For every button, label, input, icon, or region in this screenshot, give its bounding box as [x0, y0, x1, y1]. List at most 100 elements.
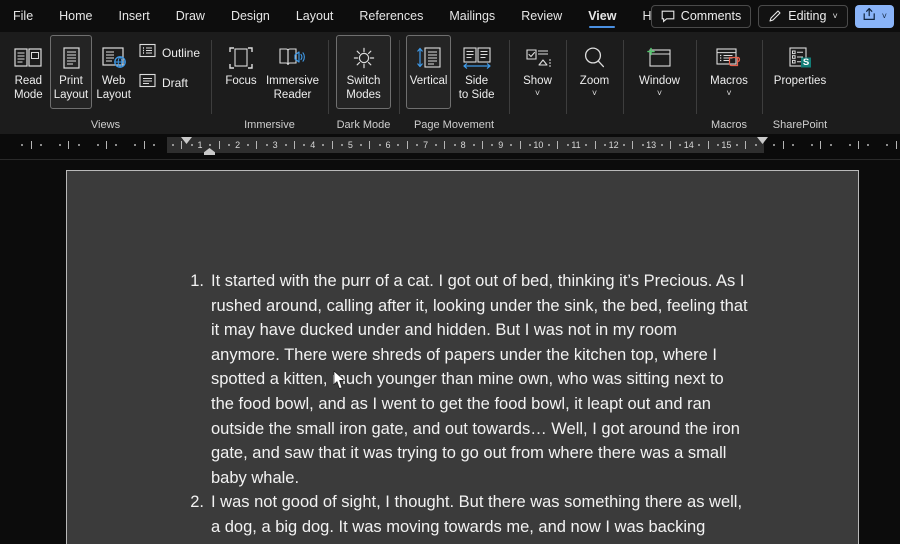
- document-canvas[interactable]: 1. It started with the purr of a cat. I …: [0, 160, 900, 544]
- tab-home-label: Home: [59, 9, 93, 23]
- ruler-tick-label: 2: [235, 140, 241, 150]
- ribbon: Read Mode Print Layout Web Layout Outlin…: [0, 32, 900, 134]
- ruler-quarter-tick: [59, 144, 61, 146]
- ruler-quarter-tick: [773, 144, 776, 146]
- group-label-views: Views: [90, 119, 121, 131]
- tab-review[interactable]: Review: [508, 0, 575, 32]
- ribbon-group-zoom: Zoom ˅: [566, 32, 623, 134]
- word-window: File Home Insert Draw Design Layout Refe…: [0, 0, 900, 544]
- read-mode-button[interactable]: Read Mode: [7, 35, 50, 109]
- group-label-zoom: [566, 117, 623, 134]
- tab-layout-label: Layout: [295, 9, 334, 23]
- zoom-chevron-down-icon[interactable]: ˅: [592, 88, 597, 98]
- window-chevron-down-icon[interactable]: ˅: [657, 88, 662, 98]
- show-button[interactable]: Show ˅: [516, 35, 559, 109]
- editing-mode-button[interactable]: Editing ˅: [758, 4, 848, 28]
- draft-icon: [139, 73, 156, 93]
- document-page[interactable]: 1. It started with the purr of a cat. I …: [66, 170, 859, 544]
- ruler-half-tick: [632, 141, 634, 149]
- ruler-tick-label: 3: [272, 140, 278, 150]
- outline-icon: [139, 43, 156, 63]
- macros-chevron-down-icon[interactable]: ˅: [726, 88, 731, 98]
- tab-view[interactable]: View: [575, 0, 629, 32]
- chevron-down-icon: ˅: [832, 10, 838, 21]
- macros-button[interactable]: Macros ˅: [703, 35, 755, 109]
- tab-insert-label: Insert: [118, 9, 150, 23]
- print-layout-icon: [56, 41, 86, 75]
- properties-label: Properties: [773, 75, 827, 87]
- read-mode-label-1: Read: [14, 75, 43, 87]
- ruler-quarter-tick: [153, 144, 155, 146]
- draft-label: Draft: [161, 76, 188, 90]
- read-mode-label-2: Mode: [13, 88, 43, 101]
- ruler-quarter-tick: [40, 144, 43, 146]
- ribbon-group-immersive: Focus Immersive Reader Immersive: [211, 32, 328, 134]
- tab-draw[interactable]: Draw: [163, 0, 218, 32]
- ruler-half-tick: [858, 141, 859, 149]
- horizontal-ruler[interactable]: 1 2 3 4 5 6 7 8 9 10 11 12 13 14 15: [0, 134, 900, 160]
- ribbon-group-macros: Macros ˅ Macros: [696, 32, 762, 134]
- group-label-dark-mode: Dark Mode: [336, 119, 391, 131]
- editing-label: Editing: [788, 9, 827, 23]
- side-to-side-button[interactable]: Side to Side: [451, 35, 502, 109]
- ruler-quarter-tick: [792, 144, 795, 146]
- ruler-track[interactable]: 1 2 3 4 5 6 7 8 9 10 11 12 13 14 15: [0, 137, 900, 155]
- list-item-text: It started with the purr of a cat. I got…: [211, 272, 748, 487]
- group-label-macros: Macros: [710, 119, 748, 131]
- ruler-quarter-tick: [547, 144, 550, 146]
- zoom-button[interactable]: Zoom ˅: [573, 35, 616, 109]
- ruler-quarter-tick: [21, 144, 24, 146]
- ruler-quarter-tick: [190, 144, 193, 146]
- print-layout-button[interactable]: Print Layout: [49, 35, 93, 109]
- tab-design-label: Design: [230, 9, 270, 23]
- ruler-quarter-tick: [829, 144, 832, 146]
- ruler-half-tick: [670, 141, 671, 149]
- outline-button[interactable]: Outline: [135, 42, 204, 64]
- document-body[interactable]: 1. It started with the purr of a cat. I …: [178, 269, 748, 544]
- side-to-side-icon: [461, 41, 493, 75]
- immersive-reader-label-1: Immersive: [265, 75, 319, 87]
- ruler-tick-label: 6: [385, 140, 391, 150]
- comments-button[interactable]: Comments: [650, 4, 752, 28]
- sun-icon: [350, 41, 378, 75]
- switch-modes-button[interactable]: Switch Modes: [336, 35, 391, 109]
- web-layout-button[interactable]: Web Layout: [92, 35, 135, 109]
- ruler-half-tick: [594, 141, 596, 149]
- tab-file[interactable]: File: [0, 0, 46, 32]
- ruler-quarter-tick: [566, 144, 569, 146]
- tab-insert[interactable]: Insert: [106, 0, 163, 32]
- tab-layout[interactable]: Layout: [283, 0, 347, 32]
- window-button[interactable]: Window ˅: [630, 35, 689, 109]
- print-layout-label-2: Layout: [53, 88, 89, 101]
- ribbon-group-window: Window ˅: [623, 32, 696, 134]
- tab-home[interactable]: Home: [46, 0, 105, 32]
- ruler-quarter-tick: [96, 144, 99, 146]
- ruler-quarter-tick: [265, 144, 268, 146]
- tab-references[interactable]: References: [346, 0, 436, 32]
- menu-right-actions: Comments Editing ˅ ˅: [650, 0, 894, 32]
- focus-icon: [227, 41, 255, 75]
- switch-modes-label-2: Modes: [346, 88, 381, 101]
- ribbon-group-show: Show ˅: [509, 32, 566, 134]
- properties-button[interactable]: S Properties: [769, 35, 831, 109]
- ruler-half-tick: [143, 141, 145, 149]
- ruler-half-tick: [294, 141, 295, 149]
- ribbon-group-views: Read Mode Print Layout Web Layout Outlin…: [0, 32, 211, 134]
- vertical-button[interactable]: Vertical: [406, 35, 452, 109]
- list-item[interactable]: 1. It started with the purr of a cat. I …: [178, 269, 748, 490]
- focus-button[interactable]: Focus: [218, 35, 264, 109]
- switch-modes-label-1: Switch: [346, 75, 381, 87]
- share-button[interactable]: ˅: [854, 4, 894, 28]
- show-chevron-down-icon[interactable]: ˅: [535, 88, 540, 98]
- group-label-sharepoint: SharePoint: [772, 119, 828, 131]
- list-item[interactable]: 2. I was not good of sight, I thought. B…: [178, 490, 748, 544]
- tab-view-label: View: [588, 9, 617, 23]
- tab-mailings[interactable]: Mailings: [436, 0, 508, 32]
- immersive-reader-button[interactable]: Immersive Reader: [264, 35, 321, 109]
- draft-button[interactable]: Draft: [135, 72, 204, 94]
- ruler-tick-label: 12: [608, 140, 619, 150]
- tab-design[interactable]: Design: [218, 0, 283, 32]
- ruler-half-tick: [895, 141, 897, 149]
- ruler-quarter-tick: [717, 144, 719, 146]
- web-layout-label-2: Layout: [96, 88, 131, 101]
